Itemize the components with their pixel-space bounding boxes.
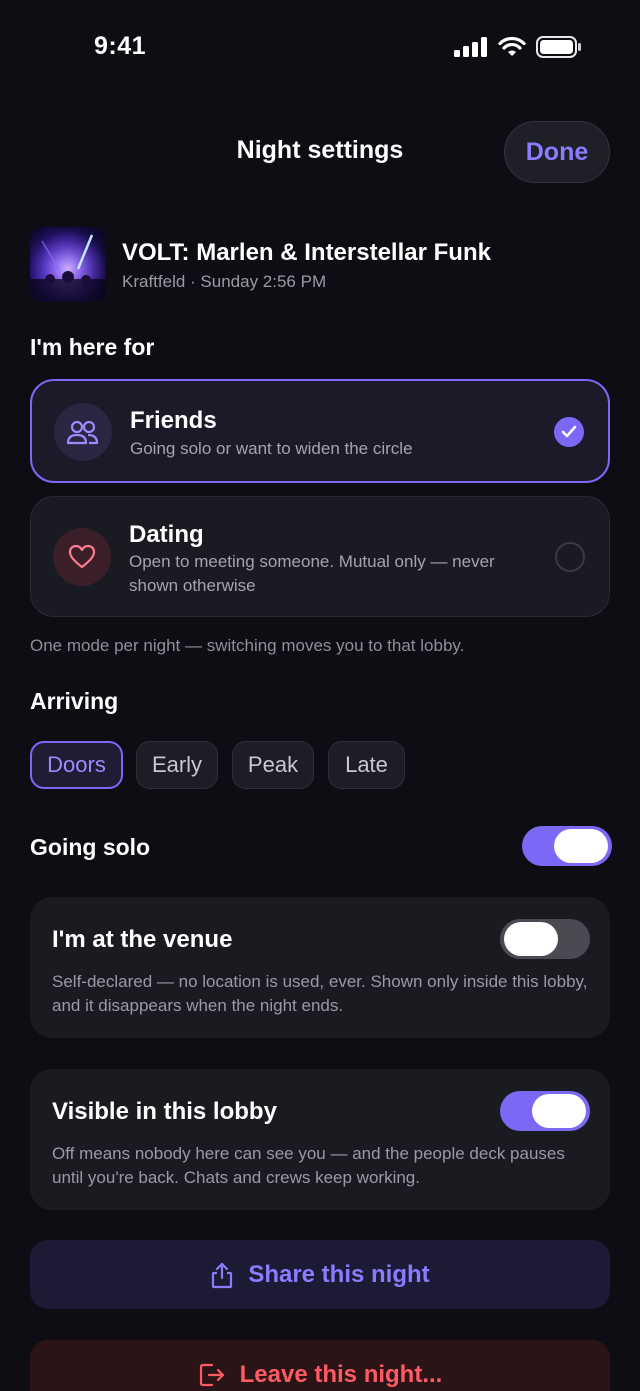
leave-icon xyxy=(199,1363,224,1386)
event-thumbnail xyxy=(30,227,106,302)
arriving-chip-peak[interactable]: Peak xyxy=(232,741,314,789)
visible-card: Visible in this lobby Off means nobody h… xyxy=(30,1069,610,1210)
mode-hint: One mode per night — switching moves you… xyxy=(30,636,465,655)
visible-description: Off means nobody here can see you — and … xyxy=(52,1144,565,1187)
mode-option-title: Friends xyxy=(130,407,217,434)
radio-unselected-icon xyxy=(555,542,585,572)
checkmark-icon xyxy=(554,417,584,447)
mode-option-description: Going solo or want to widen the circle xyxy=(130,439,413,458)
leave-night-button[interactable]: Leave this night... xyxy=(30,1340,610,1391)
arriving-label: Arriving xyxy=(30,688,119,714)
share-night-button[interactable]: Share this night xyxy=(30,1240,610,1309)
event-subtitle: Kraftfeld · Sunday 2:56 PM xyxy=(122,272,327,291)
wifi-icon xyxy=(498,37,526,56)
event-title: VOLT: Marlen & Interstellar Funk xyxy=(122,239,491,266)
arriving-chip-early[interactable]: Early xyxy=(136,741,218,789)
leave-night-label: Leave this night... xyxy=(239,1360,443,1388)
mode-option-title: Dating xyxy=(129,521,204,548)
mode-option-dating[interactable]: Dating Open to meeting someone. Mutual o… xyxy=(30,496,610,617)
mode-option-friends[interactable]: Friends Going solo or want to widen the … xyxy=(30,379,610,483)
mode-option-description: Open to meeting someone. Mutual only — n… xyxy=(129,552,495,595)
people-icon xyxy=(54,403,112,461)
visible-title: Visible in this lobby xyxy=(52,1098,277,1125)
at-venue-title: I'm at the venue xyxy=(52,926,233,953)
signal-icon xyxy=(454,37,487,57)
battery-icon xyxy=(536,36,581,58)
at-venue-card: I'm at the venue Self-declared — no loca… xyxy=(30,897,610,1038)
arriving-chip-doors[interactable]: Doors xyxy=(30,741,123,789)
at-venue-description: Self-declared — no location is used, eve… xyxy=(52,972,588,1015)
going-solo-label: Going solo xyxy=(30,834,151,860)
mode-section-label: I'm here for xyxy=(30,334,155,360)
share-night-label: Share this night xyxy=(248,1260,430,1288)
at-venue-toggle[interactable] xyxy=(500,919,590,959)
share-icon xyxy=(212,1262,233,1288)
going-solo-toggle[interactable] xyxy=(522,826,612,866)
status-time: 9:41 xyxy=(94,32,147,60)
status-icons xyxy=(454,36,582,58)
visible-toggle[interactable] xyxy=(500,1091,590,1131)
heart-icon xyxy=(53,528,111,586)
done-button[interactable]: Done xyxy=(504,121,610,183)
arriving-chip-late[interactable]: Late xyxy=(328,741,405,789)
